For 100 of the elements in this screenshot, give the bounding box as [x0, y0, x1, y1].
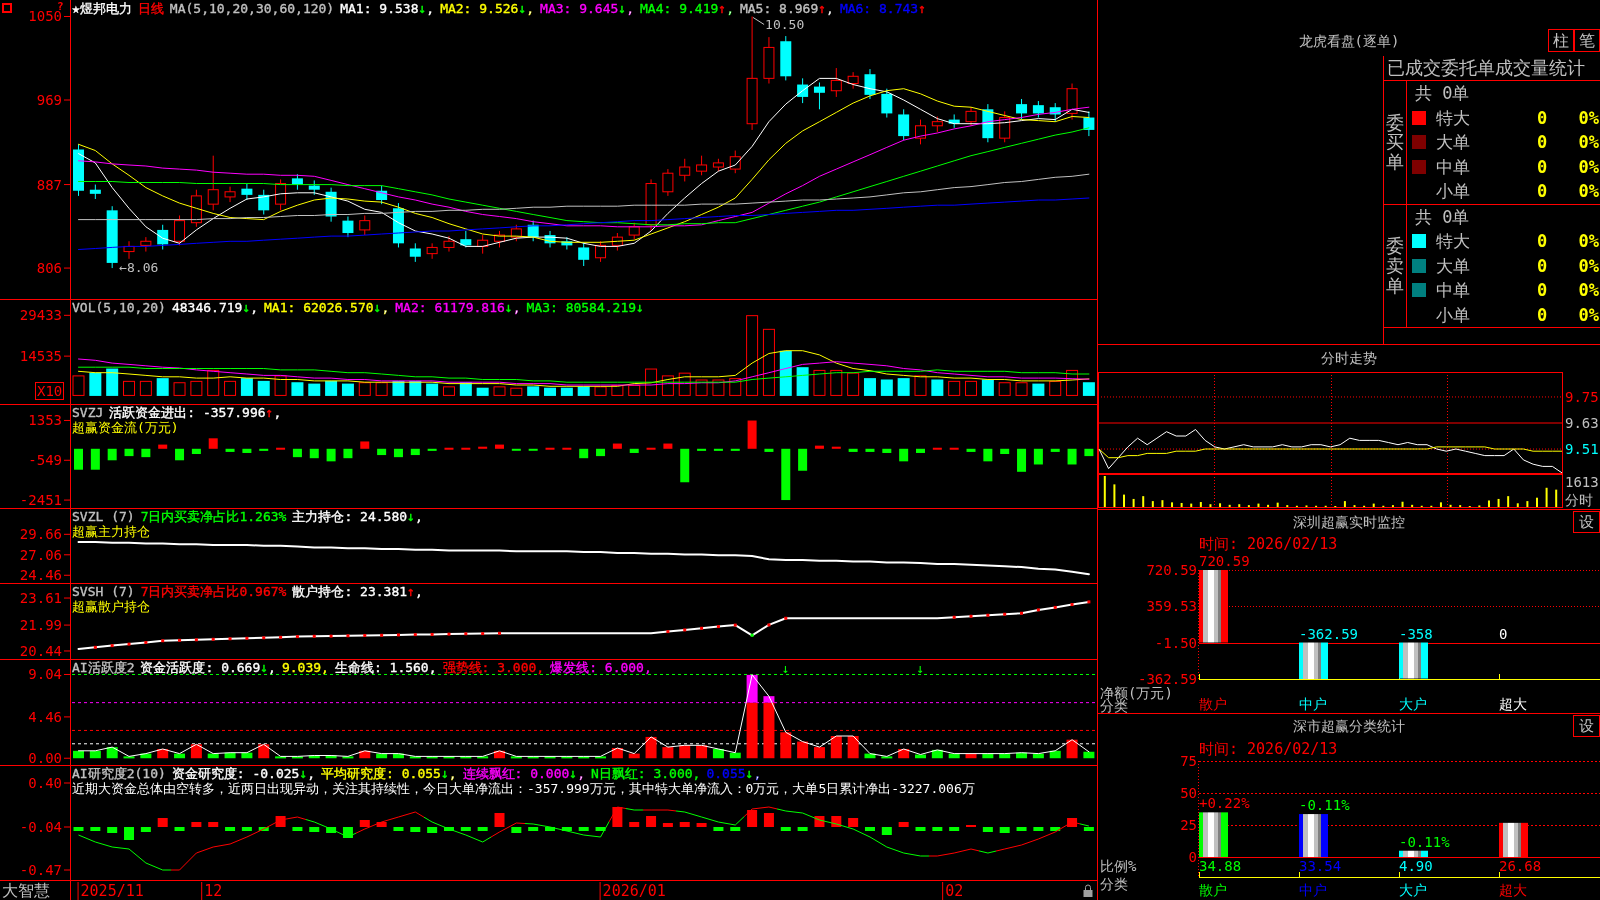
legend-text: AI研究度2(10): [72, 766, 166, 781]
candlestick: [763, 36, 775, 84]
fund-flow-bar: [814, 445, 824, 449]
candlestick: [628, 222, 640, 240]
count-value: 0: [1535, 255, 1549, 276]
change-label: -0.11%: [1299, 797, 1350, 814]
timestamp: 时间: 2026/02/13: [1199, 740, 1338, 758]
candlestick: [948, 113, 960, 129]
fund-flow-bar: [966, 448, 976, 452]
order-type-label: 中单: [1436, 156, 1471, 177]
axis-label: 9.75: [1565, 388, 1599, 405]
category-label: 超大: [1499, 696, 1527, 712]
axis-label: 21.99: [19, 617, 62, 634]
order-type-label: 特大: [1436, 107, 1471, 128]
brand-label: 大智慧: [0, 881, 71, 900]
fund-flow-bar: [191, 448, 201, 454]
legend-text: 近期大资金总体由空转多，近两日出现异动，关注其持续性，今日大单净流出：-357.999万元，其中特大单净流入：0万元，大单5日累计净出-3227.006万: [72, 781, 975, 796]
candlestick: [190, 189, 202, 228]
view-toggle-button[interactable]: 柱: [1548, 29, 1574, 52]
value-label: 0: [1499, 625, 1508, 642]
axis-label: 9.04: [28, 666, 62, 683]
candlestick: [712, 158, 724, 172]
category-label: 大户: [1399, 696, 1427, 712]
legend-text: 资金研究度: -0.025↓,: [171, 766, 316, 781]
axis-label: 50: [1180, 785, 1197, 801]
candlestick: [915, 119, 926, 145]
fund-flow-bar: [545, 447, 555, 450]
legend-text: 9.039,: [281, 660, 329, 675]
candlestick: [982, 103, 994, 143]
axis-label: 0: [1188, 849, 1197, 865]
candlestick: [881, 88, 893, 119]
legend-text: 活跃资金进出: -357.996↑,: [109, 405, 282, 420]
candlestick: [477, 234, 489, 255]
candlestick: [864, 68, 876, 100]
candlestick: [291, 173, 303, 191]
panel-title: 龙虎看盘(逐单): [1298, 32, 1400, 50]
lock-icon[interactable]: [1083, 884, 1093, 897]
legend-text: 7日内买卖净占比0.967%: [140, 584, 287, 599]
value-label: -358: [1399, 625, 1433, 642]
change-label: +0.22%: [1199, 795, 1250, 812]
candlestick: [224, 186, 236, 203]
fund-flow-bar: [680, 448, 690, 483]
category-label: 散户: [1199, 882, 1227, 898]
fund-flow-bar: [1050, 448, 1060, 452]
candlestick: [308, 179, 320, 196]
legend-text: MA2: 61179.816↓,: [395, 300, 521, 315]
axis-label: 29.66: [19, 526, 62, 543]
candlestick: [1016, 98, 1028, 121]
view-toggle-button[interactable]: 笔: [1574, 29, 1600, 52]
axis-label: 969: [36, 92, 62, 108]
fund-flow-bar: [848, 448, 858, 452]
legend-text: 资金活跃度: 0.669↓,: [140, 660, 276, 675]
fund-flow-bar: [90, 448, 100, 470]
axis-label: -549: [28, 452, 62, 469]
legend-text: MA6: 8.743↑: [839, 1, 926, 16]
candlestick: [965, 106, 977, 127]
fund-flow-bar: [511, 448, 521, 451]
candlestick: [595, 240, 607, 263]
candlestick: [847, 71, 859, 90]
leader-line: [752, 17, 765, 25]
legend-text: SVZL (7): [72, 509, 135, 524]
legend-text: 超赢散户持仓: [72, 599, 150, 614]
share-value: 0%: [1577, 107, 1600, 128]
candlestick: [409, 242, 421, 263]
legend-text: ★煜邦电力: [72, 1, 132, 16]
fund-flow-bar: [983, 448, 993, 462]
fund-flow-bar: [562, 447, 572, 450]
fund-flow-bar: [579, 448, 589, 459]
settings-button[interactable]: 设: [1573, 511, 1600, 533]
signal-arrow: ↓: [916, 661, 925, 676]
candlestick: [931, 116, 943, 133]
count-value: 0: [1535, 231, 1549, 252]
candlestick: [898, 108, 910, 141]
candlestick: [359, 215, 371, 236]
share-value: 0%: [1577, 156, 1600, 177]
fund-flow-bar: [478, 446, 488, 449]
square-icon[interactable]: [2, 3, 12, 13]
timestamp: 时间: 2026/02/13: [1199, 535, 1338, 553]
count-value: 0: [1535, 280, 1549, 301]
candlestick: [241, 183, 253, 201]
scale-label: X10: [35, 382, 65, 400]
candlestick: [157, 224, 169, 250]
fund-flow-bar: [175, 448, 185, 461]
settings-button[interactable]: 设: [1573, 715, 1600, 737]
fund-flow-bar: [343, 448, 353, 459]
category-label: 中户: [1299, 696, 1327, 712]
candlestick: [578, 241, 590, 267]
fund-flow-bar: [410, 448, 420, 456]
count-value: 0: [1535, 107, 1549, 128]
fund-flow-bar: [1017, 448, 1027, 472]
candlestick: [73, 143, 84, 197]
category-label: 中户: [1299, 882, 1327, 898]
legend-text: 散户持仓: 23.381↑,: [292, 584, 423, 599]
candlestick: [729, 150, 741, 174]
fund-flow-bar: [612, 443, 622, 449]
fund-flow-bar: [124, 448, 134, 457]
fund-flow-bar: [713, 448, 723, 451]
category-label: 散户: [1199, 696, 1227, 712]
candlestick: [258, 189, 270, 215]
pane-label: 分时: [1565, 492, 1593, 508]
